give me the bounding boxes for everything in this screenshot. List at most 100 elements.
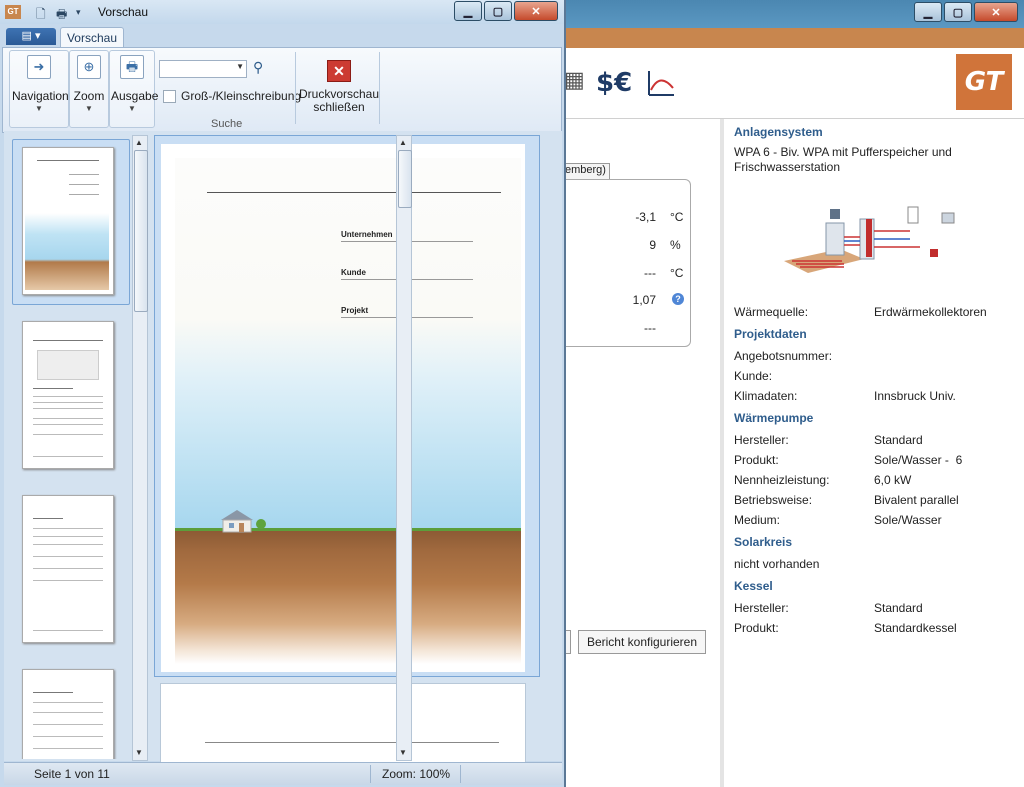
thumbnail-scrollbar[interactable]: ▲ ▼ (132, 135, 148, 761)
print-icon[interactable]: 🖶 (56, 5, 67, 26)
scroll-down-icon[interactable]: ▼ (399, 748, 407, 757)
zoom-button[interactable]: ⊕ Zoom ▼ (71, 55, 107, 113)
status-bar: Seite 1 von 11 Zoom: 100% (4, 762, 562, 785)
thumbnail-field-line (69, 174, 99, 175)
ribbon-divider (379, 52, 380, 124)
zoom-indicator: Zoom: 100% (382, 767, 451, 781)
file-menu-button[interactable]: ▤ ▾ (6, 28, 56, 45)
thumbnail-rule (37, 160, 99, 161)
produkt-value: Sole/Wasser - 6 (874, 453, 963, 467)
thumbnail-text-line (33, 748, 103, 749)
search-group-label: Suche (211, 118, 243, 130)
medium-value: Sole/Wasser (874, 513, 942, 527)
chevron-down-icon[interactable]: ▼ (236, 62, 244, 71)
scrollbar-thumb[interactable] (398, 150, 412, 208)
data-row: 9 % (649, 238, 681, 252)
system-summary-panel: Anlagensystem WPA 6 - Biv. WPA mit Puffe… (724, 119, 1024, 787)
cover-ground (175, 530, 521, 664)
close-preview-button[interactable]: Druckvorschau schließen (299, 88, 379, 114)
bg-left-panel: emberg) -3,1 °C 9 % --- °C 1,07 ? --- Be… (560, 119, 724, 787)
page-thumbnail[interactable] (22, 321, 114, 469)
maximize-button[interactable]: ▢ (484, 1, 512, 21)
page-indicator: Seite 1 von 11 (34, 767, 110, 781)
ausgabe-button[interactable]: 🖶 Ausgabe ▼ (111, 55, 158, 113)
header-rule (207, 192, 501, 193)
preview-body: ▲ ▼ Unternehmen Kunde Projekt ▲ ▼ (4, 131, 562, 765)
page-thumbnail[interactable] (22, 147, 114, 295)
bg-titlebar: ▁ ▢ ✕ (560, 0, 1024, 28)
wp-hersteller-value: Standard (874, 433, 923, 447)
page-view: Unternehmen Kunde Projekt (154, 135, 542, 765)
anlagensystem-title: Anlagensystem (734, 125, 823, 139)
data-row: --- (644, 321, 656, 335)
page-thumbnail[interactable] (22, 495, 114, 643)
kessel-produkt-value: Standardkessel (874, 621, 957, 635)
status-divider (460, 765, 461, 783)
close-button[interactable]: ✕ (514, 1, 558, 21)
system-description: WPA 6 - Biv. WPA mit Pufferspeicher und … (734, 145, 952, 174)
thumbnail-text-line (33, 434, 103, 435)
close-preview-icon[interactable]: ✕ (327, 60, 351, 82)
thumbnail-text-line (33, 568, 103, 569)
system-diagram-image (780, 201, 970, 281)
thumbnail-diagram (37, 350, 99, 380)
dollar-euro-icon[interactable]: $€ (596, 68, 632, 98)
help-icon[interactable]: ? (672, 293, 684, 305)
search-next-icon[interactable]: ⚲ (253, 59, 263, 76)
thumbnail-text-line (33, 724, 103, 725)
bg-window-controls: ▁ ▢ ✕ (914, 2, 1018, 22)
page-thumbnail[interactable] (22, 669, 114, 759)
search-combobox[interactable]: ▼ (159, 60, 247, 78)
betriebsweise-label: Betriebsweise: (734, 493, 813, 507)
bg-header-band (560, 28, 1024, 48)
thumbnail-text-line (33, 424, 103, 425)
kessel-title: Kessel (734, 579, 773, 593)
location-tab[interactable]: emberg) (562, 163, 610, 180)
case-sensitive-checkbox[interactable] (163, 90, 176, 103)
thumbnail-text-line (33, 528, 103, 529)
house-image (219, 508, 266, 533)
page-scrollbar[interactable]: ▲ ▼ (396, 135, 412, 761)
case-sensitive-label: Groß-/Kleinschreibung (181, 89, 302, 103)
thumbnail-text-line (33, 580, 103, 581)
report-configure-button[interactable]: Bericht konfigurieren (578, 630, 706, 654)
minimize-button[interactable]: ▁ (454, 1, 482, 21)
thumbnail-text-line (33, 556, 103, 557)
calculator-icon[interactable]: ▦ (564, 68, 585, 93)
next-page (160, 683, 526, 765)
thumbnail-text-line (33, 736, 103, 737)
scroll-up-icon[interactable]: ▲ (135, 138, 143, 147)
tab-vorschau[interactable]: Vorschau (60, 27, 124, 48)
chevron-down-icon: ▼ (128, 104, 136, 113)
projektdaten-title: Projektdaten (734, 327, 807, 341)
thumbnail-text-line (33, 544, 103, 545)
zoom-icon: ⊕ (77, 55, 101, 79)
page-setup-icon[interactable]: 🗋 (36, 5, 46, 26)
navigation-group: ➜ Navigation ▼ (9, 50, 69, 128)
scroll-down-icon[interactable]: ▼ (135, 748, 143, 757)
kessel-hersteller-label: Hersteller: (734, 601, 789, 615)
bg-close-button[interactable]: ✕ (974, 2, 1018, 22)
scroll-up-icon[interactable]: ▲ (399, 138, 407, 147)
produkt-label: Produkt: (734, 453, 779, 467)
thumbnail-text-line (33, 396, 103, 397)
preview-window-controls: ▁ ▢ ✕ (454, 1, 558, 21)
qat-dropdown-icon[interactable]: ▾ (76, 7, 81, 18)
scrollbar-thumb[interactable] (134, 150, 148, 312)
thumbnail-text-line (33, 630, 103, 631)
kessel-produkt-label: Produkt: (734, 621, 779, 635)
bg-minimize-button[interactable]: ▁ (914, 2, 942, 22)
current-page: Unternehmen Kunde Projekt (161, 144, 525, 672)
thumbnail-text-line (33, 692, 73, 693)
nennheizleistung-value: 6,0 kW (874, 473, 912, 487)
bg-maximize-button[interactable]: ▢ (944, 2, 972, 22)
thumbnail-preview (25, 150, 109, 290)
ribbon-tabs: ▤ ▾ Vorschau (0, 24, 564, 48)
betriebsweise-value: Bivalent parallel (874, 493, 959, 507)
ausgabe-group: 🖶 Ausgabe ▼ (109, 50, 158, 128)
navigation-button[interactable]: ➜ Navigation ▼ (12, 55, 69, 113)
preview-window: GT 🗋 🖶 ▾ Vorschau ▁ ▢ ✕ ▤ ▾ Vorschau ➜ N… (0, 0, 566, 787)
graph-icon[interactable] (646, 68, 676, 105)
thumbnail-field-line (69, 194, 99, 195)
thumbnail-text-line (33, 536, 103, 537)
